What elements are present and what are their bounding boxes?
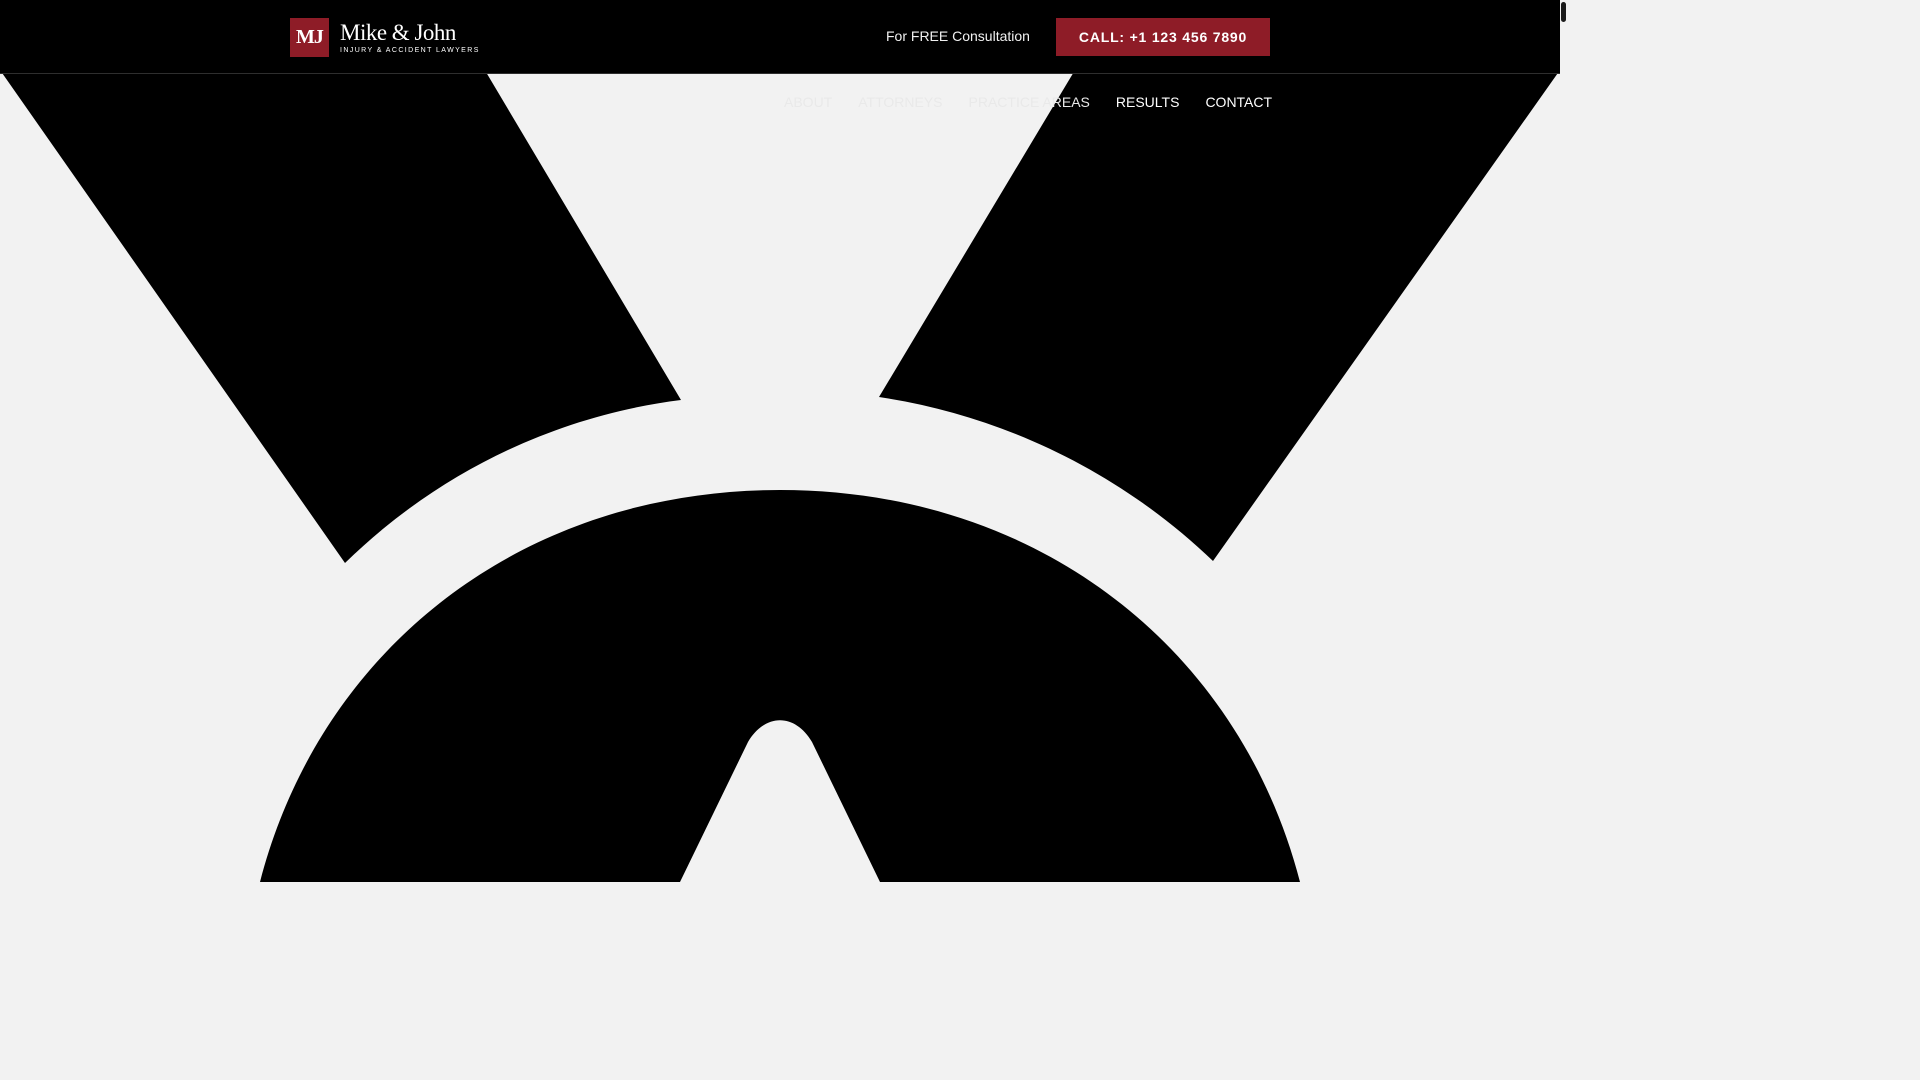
logo-tagline: INJURY & ACCIDENT LAWYERS (340, 46, 480, 54)
site-header: MJ Mike & John INJURY & ACCIDENT LAWYERS… (0, 0, 1560, 120)
scrollbar-thumb[interactable] (1561, 2, 1566, 22)
nav-item-attorneys[interactable]: ATTORNEYS (858, 94, 942, 110)
hero-emblem-icon (0, 0, 1560, 882)
nav-item-results[interactable]: RESULTS (1116, 94, 1180, 110)
topbar-divider (0, 73, 1560, 74)
nav-item-about[interactable]: ABOUT (784, 94, 832, 110)
logo-name: Mike & John (340, 19, 456, 45)
page-scrollbar[interactable] (1560, 0, 1568, 882)
nav-item-contact[interactable]: CONTACT (1205, 94, 1272, 110)
call-button[interactable]: CALL: +1 123 456 7890 (1056, 18, 1270, 56)
brand-logo[interactable]: MJ Mike & John INJURY & ACCIDENT LAWYERS (290, 17, 480, 57)
logo-mark: MJ (290, 17, 329, 57)
nav-item-practice-areas[interactable]: PRACTICE AREAS (969, 94, 1090, 110)
logo-text: Mike & John INJURY & ACCIDENT LAWYERS (340, 19, 480, 54)
main-nav: ABOUT ATTORNEYS PRACTICE AREAS RESULTS C… (784, 94, 1272, 110)
consultation-text: For FREE Consultation (886, 28, 1030, 44)
